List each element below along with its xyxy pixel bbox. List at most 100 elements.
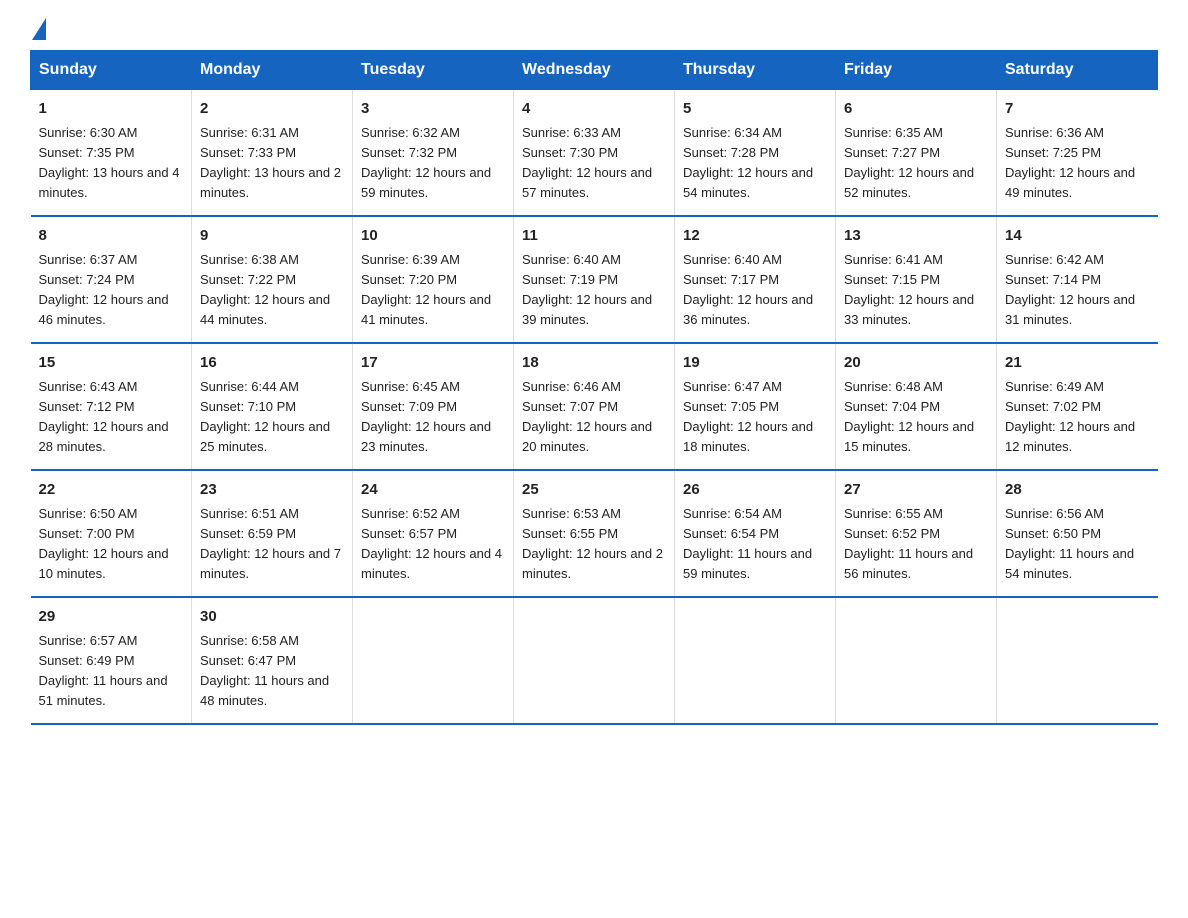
- header-row: Sunday Monday Tuesday Wednesday Thursday…: [31, 51, 1158, 90]
- calendar-table: Sunday Monday Tuesday Wednesday Thursday…: [30, 50, 1158, 725]
- day-number: 8: [39, 225, 184, 248]
- day-number: 3: [361, 98, 505, 121]
- day-info: Sunrise: 6:52 AMSunset: 6:57 PMDaylight:…: [361, 504, 505, 585]
- calendar-cell: 4Sunrise: 6:33 AMSunset: 7:30 PMDaylight…: [514, 90, 675, 217]
- day-number: 27: [844, 479, 988, 502]
- day-info: Sunrise: 6:34 AMSunset: 7:28 PMDaylight:…: [683, 123, 827, 204]
- day-number: 21: [1005, 352, 1150, 375]
- day-number: 10: [361, 225, 505, 248]
- calendar-cell: 17Sunrise: 6:45 AMSunset: 7:09 PMDayligh…: [353, 343, 514, 470]
- day-info: Sunrise: 6:35 AMSunset: 7:27 PMDaylight:…: [844, 123, 988, 204]
- day-info: Sunrise: 6:37 AMSunset: 7:24 PMDaylight:…: [39, 250, 184, 331]
- calendar-cell: 7Sunrise: 6:36 AMSunset: 7:25 PMDaylight…: [997, 90, 1158, 217]
- logo: [30, 20, 46, 40]
- day-info: Sunrise: 6:41 AMSunset: 7:15 PMDaylight:…: [844, 250, 988, 331]
- header-sunday: Sunday: [31, 51, 192, 90]
- day-number: 30: [200, 606, 344, 629]
- day-number: 13: [844, 225, 988, 248]
- calendar-cell: [997, 597, 1158, 724]
- calendar-cell: 20Sunrise: 6:48 AMSunset: 7:04 PMDayligh…: [836, 343, 997, 470]
- day-info: Sunrise: 6:42 AMSunset: 7:14 PMDaylight:…: [1005, 250, 1150, 331]
- day-number: 1: [39, 98, 184, 121]
- day-number: 11: [522, 225, 666, 248]
- calendar-cell: 1Sunrise: 6:30 AMSunset: 7:35 PMDaylight…: [31, 90, 192, 217]
- day-number: 5: [683, 98, 827, 121]
- calendar-cell: 26Sunrise: 6:54 AMSunset: 6:54 PMDayligh…: [675, 470, 836, 597]
- calendar-cell: 8Sunrise: 6:37 AMSunset: 7:24 PMDaylight…: [31, 216, 192, 343]
- calendar-cell: 2Sunrise: 6:31 AMSunset: 7:33 PMDaylight…: [192, 90, 353, 217]
- calendar-cell: [675, 597, 836, 724]
- day-number: 6: [844, 98, 988, 121]
- calendar-week-row: 29Sunrise: 6:57 AMSunset: 6:49 PMDayligh…: [31, 597, 1158, 724]
- day-info: Sunrise: 6:49 AMSunset: 7:02 PMDaylight:…: [1005, 377, 1150, 458]
- calendar-cell: [836, 597, 997, 724]
- page-header: [30, 20, 1158, 40]
- day-info: Sunrise: 6:39 AMSunset: 7:20 PMDaylight:…: [361, 250, 505, 331]
- day-number: 7: [1005, 98, 1150, 121]
- calendar-cell: 21Sunrise: 6:49 AMSunset: 7:02 PMDayligh…: [997, 343, 1158, 470]
- header-tuesday: Tuesday: [353, 51, 514, 90]
- day-info: Sunrise: 6:40 AMSunset: 7:17 PMDaylight:…: [683, 250, 827, 331]
- day-number: 19: [683, 352, 827, 375]
- day-info: Sunrise: 6:53 AMSunset: 6:55 PMDaylight:…: [522, 504, 666, 585]
- calendar-cell: 11Sunrise: 6:40 AMSunset: 7:19 PMDayligh…: [514, 216, 675, 343]
- day-number: 2: [200, 98, 344, 121]
- day-info: Sunrise: 6:55 AMSunset: 6:52 PMDaylight:…: [844, 504, 988, 585]
- day-number: 16: [200, 352, 344, 375]
- calendar-cell: 23Sunrise: 6:51 AMSunset: 6:59 PMDayligh…: [192, 470, 353, 597]
- calendar-cell: 22Sunrise: 6:50 AMSunset: 7:00 PMDayligh…: [31, 470, 192, 597]
- day-info: Sunrise: 6:33 AMSunset: 7:30 PMDaylight:…: [522, 123, 666, 204]
- header-wednesday: Wednesday: [514, 51, 675, 90]
- calendar-cell: 16Sunrise: 6:44 AMSunset: 7:10 PMDayligh…: [192, 343, 353, 470]
- day-info: Sunrise: 6:58 AMSunset: 6:47 PMDaylight:…: [200, 631, 344, 712]
- day-info: Sunrise: 6:40 AMSunset: 7:19 PMDaylight:…: [522, 250, 666, 331]
- calendar-body: 1Sunrise: 6:30 AMSunset: 7:35 PMDaylight…: [31, 90, 1158, 725]
- day-info: Sunrise: 6:57 AMSunset: 6:49 PMDaylight:…: [39, 631, 184, 712]
- day-info: Sunrise: 6:31 AMSunset: 7:33 PMDaylight:…: [200, 123, 344, 204]
- day-number: 12: [683, 225, 827, 248]
- calendar-cell: 29Sunrise: 6:57 AMSunset: 6:49 PMDayligh…: [31, 597, 192, 724]
- calendar-cell: 24Sunrise: 6:52 AMSunset: 6:57 PMDayligh…: [353, 470, 514, 597]
- day-info: Sunrise: 6:50 AMSunset: 7:00 PMDaylight:…: [39, 504, 184, 585]
- day-info: Sunrise: 6:54 AMSunset: 6:54 PMDaylight:…: [683, 504, 827, 585]
- day-info: Sunrise: 6:51 AMSunset: 6:59 PMDaylight:…: [200, 504, 344, 585]
- calendar-cell: 3Sunrise: 6:32 AMSunset: 7:32 PMDaylight…: [353, 90, 514, 217]
- logo-triangle-icon: [32, 18, 46, 40]
- day-info: Sunrise: 6:38 AMSunset: 7:22 PMDaylight:…: [200, 250, 344, 331]
- day-number: 28: [1005, 479, 1150, 502]
- day-number: 4: [522, 98, 666, 121]
- day-number: 9: [200, 225, 344, 248]
- calendar-cell: [514, 597, 675, 724]
- calendar-week-row: 1Sunrise: 6:30 AMSunset: 7:35 PMDaylight…: [31, 90, 1158, 217]
- day-number: 17: [361, 352, 505, 375]
- day-info: Sunrise: 6:48 AMSunset: 7:04 PMDaylight:…: [844, 377, 988, 458]
- calendar-cell: 10Sunrise: 6:39 AMSunset: 7:20 PMDayligh…: [353, 216, 514, 343]
- day-info: Sunrise: 6:44 AMSunset: 7:10 PMDaylight:…: [200, 377, 344, 458]
- calendar-cell: 14Sunrise: 6:42 AMSunset: 7:14 PMDayligh…: [997, 216, 1158, 343]
- header-friday: Friday: [836, 51, 997, 90]
- calendar-cell: 25Sunrise: 6:53 AMSunset: 6:55 PMDayligh…: [514, 470, 675, 597]
- day-info: Sunrise: 6:30 AMSunset: 7:35 PMDaylight:…: [39, 123, 184, 204]
- day-number: 14: [1005, 225, 1150, 248]
- day-number: 26: [683, 479, 827, 502]
- day-number: 23: [200, 479, 344, 502]
- day-number: 25: [522, 479, 666, 502]
- day-info: Sunrise: 6:46 AMSunset: 7:07 PMDaylight:…: [522, 377, 666, 458]
- calendar-cell: 30Sunrise: 6:58 AMSunset: 6:47 PMDayligh…: [192, 597, 353, 724]
- calendar-cell: 15Sunrise: 6:43 AMSunset: 7:12 PMDayligh…: [31, 343, 192, 470]
- calendar-week-row: 15Sunrise: 6:43 AMSunset: 7:12 PMDayligh…: [31, 343, 1158, 470]
- day-number: 20: [844, 352, 988, 375]
- day-info: Sunrise: 6:32 AMSunset: 7:32 PMDaylight:…: [361, 123, 505, 204]
- calendar-cell: 13Sunrise: 6:41 AMSunset: 7:15 PMDayligh…: [836, 216, 997, 343]
- calendar-cell: 5Sunrise: 6:34 AMSunset: 7:28 PMDaylight…: [675, 90, 836, 217]
- day-info: Sunrise: 6:56 AMSunset: 6:50 PMDaylight:…: [1005, 504, 1150, 585]
- calendar-cell: [353, 597, 514, 724]
- calendar-cell: 18Sunrise: 6:46 AMSunset: 7:07 PMDayligh…: [514, 343, 675, 470]
- header-monday: Monday: [192, 51, 353, 90]
- day-number: 15: [39, 352, 184, 375]
- calendar-cell: 6Sunrise: 6:35 AMSunset: 7:27 PMDaylight…: [836, 90, 997, 217]
- calendar-cell: 19Sunrise: 6:47 AMSunset: 7:05 PMDayligh…: [675, 343, 836, 470]
- day-info: Sunrise: 6:47 AMSunset: 7:05 PMDaylight:…: [683, 377, 827, 458]
- day-info: Sunrise: 6:36 AMSunset: 7:25 PMDaylight:…: [1005, 123, 1150, 204]
- day-number: 22: [39, 479, 184, 502]
